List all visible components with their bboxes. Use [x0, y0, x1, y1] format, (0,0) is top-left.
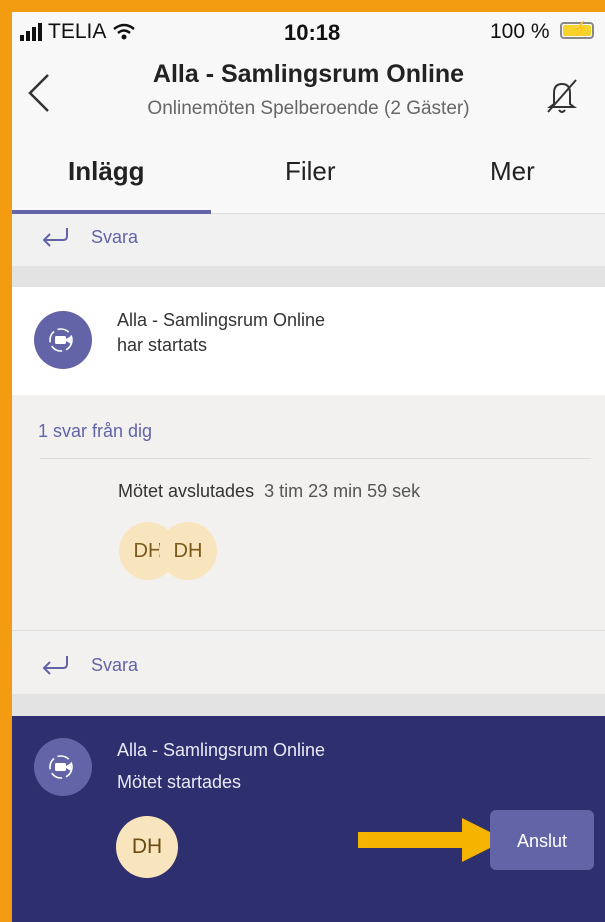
meeting-ended-text: Mötet avslutades 3 tim 23 min 59 sek: [118, 481, 420, 502]
tab-bar: Inlägg Filer Mer: [12, 132, 605, 215]
active-meeting-card[interactable]: Alla - Samlingsrum Online Mötet startade…: [12, 716, 605, 922]
page-subtitle: Onlinemöten Spelberoende (2 Gäster): [147, 98, 470, 119]
battery-icon: ⚡: [560, 20, 594, 39]
meeting-ended-label: Mötet avslutades: [118, 481, 255, 501]
reply-arrow-icon: [42, 656, 68, 675]
status-bar: TELIA 10:18 100 % ⚡: [12, 12, 605, 52]
divider: [12, 266, 605, 287]
divider: [12, 694, 605, 716]
reply-label: Svara: [91, 655, 139, 675]
reply-thread: 1 svar från dig Mötet avslutades 3 tim 23…: [12, 395, 605, 630]
reply-count-link[interactable]: 1 svar från dig: [38, 421, 152, 442]
message-title: Alla - Samlingsrum Online: [117, 740, 326, 760]
message-status: har startats: [117, 335, 208, 355]
divider: [12, 630, 605, 631]
tab-posts[interactable]: Inlägg: [68, 156, 145, 187]
reply-button[interactable]: Svara: [12, 642, 605, 694]
tab-files[interactable]: Filer: [285, 156, 336, 187]
meeting-avatar: [34, 311, 92, 369]
participant-avatar: DH: [159, 522, 217, 580]
divider: [40, 458, 591, 459]
message-status: Mötet startades: [117, 772, 242, 792]
notifications-muted-icon[interactable]: [540, 74, 584, 118]
channel-header: Alla - Samlingsrum Online Onlinemöten Sp…: [12, 52, 605, 132]
meeting-duration: 3 tim 23 min 59 sek: [264, 481, 421, 501]
phone-screen: TELIA 10:18 100 % ⚡ Alla - Samlingsrum O…: [12, 12, 605, 922]
reply-button[interactable]: Svara: [12, 214, 605, 266]
meeting-message[interactable]: Alla - Samlingsrum Online har startats: [12, 287, 605, 395]
reply-arrow-icon: [42, 228, 68, 247]
tab-more[interactable]: Mer: [490, 156, 535, 187]
carrier-name: TELIA: [48, 20, 107, 43]
participant-avatar: DH: [116, 816, 178, 878]
wifi-icon: [113, 23, 136, 40]
join-button[interactable]: Anslut: [490, 810, 594, 870]
carrier-indicator: TELIA: [20, 20, 136, 44]
message-title: Alla - Samlingsrum Online: [117, 310, 326, 330]
video-camera-icon: [49, 755, 73, 779]
page-title: Alla - Samlingsrum Online: [152, 60, 465, 88]
meeting-avatar: [34, 738, 92, 796]
video-camera-icon: [49, 328, 73, 352]
signal-icon: [20, 23, 42, 41]
battery-percent: 100 %: [490, 20, 550, 43]
highlight-arrow-icon: [358, 818, 506, 862]
clock: 10:18: [284, 20, 341, 45]
reply-label: Svara: [91, 227, 139, 247]
